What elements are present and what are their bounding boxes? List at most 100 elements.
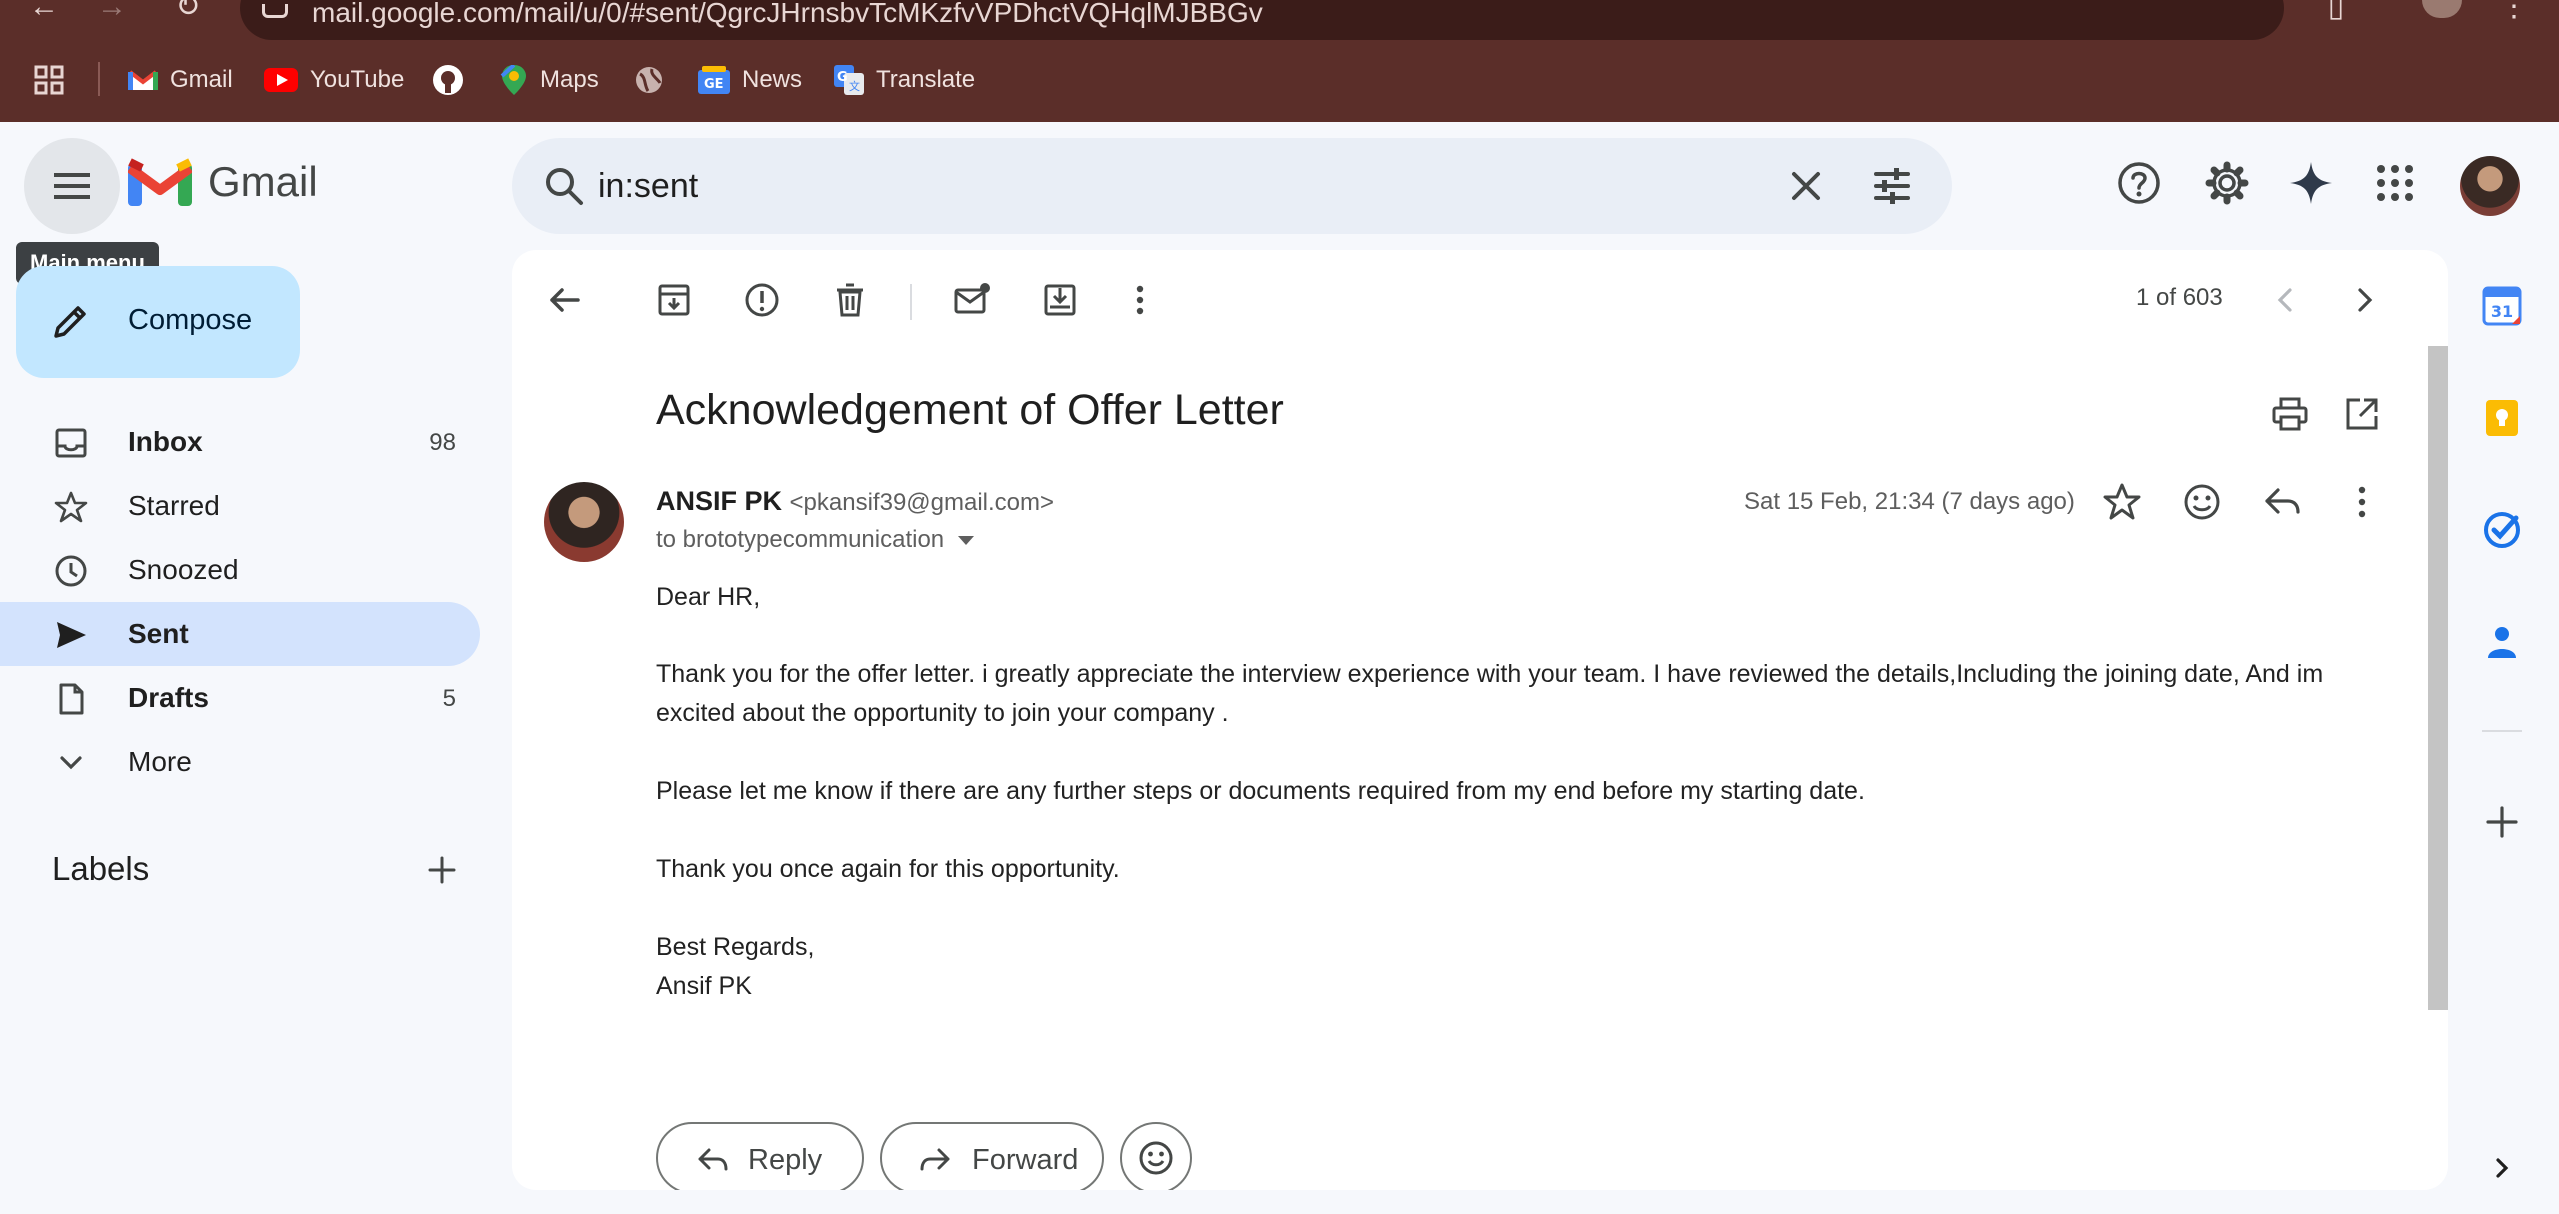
bookmark-label: YouTube: [310, 66, 405, 93]
body-paragraph: Thank you once again for this opportunit…: [656, 855, 1120, 883]
star-message-icon[interactable]: [2100, 480, 2144, 524]
gemini-sparkle-icon[interactable]: [2288, 160, 2334, 206]
scrollbar[interactable]: [2428, 346, 2448, 1010]
emoji-react-button[interactable]: [1120, 1122, 1192, 1190]
forward-label: Forward: [972, 1144, 1079, 1176]
google-apps-icon[interactable]: [2372, 160, 2418, 206]
mark-unread-icon[interactable]: [952, 280, 992, 320]
recipient-line[interactable]: to brototypecommunication: [656, 526, 975, 554]
bookmark-news[interactable]: GE News: [698, 62, 802, 98]
sidebar-item-label: More: [128, 746, 192, 777]
toolbar-divider: [910, 284, 912, 320]
body-paragraph: Please let me know if there are any furt…: [656, 777, 1865, 805]
emoji-reaction-icon[interactable]: [2180, 480, 2224, 524]
extensions-icon[interactable]: ▯: [2316, 0, 2356, 22]
forward-arrow-icon[interactable]: →: [92, 0, 132, 22]
github-icon: [433, 65, 463, 95]
svg-text:GE: GE: [704, 77, 724, 92]
keep-icon[interactable]: [2482, 398, 2522, 438]
report-spam-icon[interactable]: [742, 280, 782, 320]
back-icon[interactable]: [544, 280, 584, 320]
bookmark-divider: [98, 62, 100, 96]
message-date: Sat 15 Feb, 21:34 (7 days ago): [1744, 488, 2075, 515]
search-input[interactable]: in:sent: [598, 166, 698, 206]
main-menu-button[interactable]: [24, 138, 120, 234]
bookmark-gmail[interactable]: Gmail: [128, 62, 233, 98]
browser-menu-icon[interactable]: ⋮: [2494, 0, 2534, 22]
sidebar-item-snoozed[interactable]: Snoozed: [0, 538, 480, 602]
bookmark-maps[interactable]: Maps: [500, 62, 599, 98]
address-bar[interactable]: mail.google.com/mail/u/0/#sent/QgrcJHrns…: [240, 0, 2284, 40]
reload-icon[interactable]: ↻: [168, 0, 208, 22]
bookmark-github[interactable]: [432, 62, 464, 98]
news-icon: GE: [698, 66, 730, 94]
calendar-icon[interactable]: 31: [2482, 286, 2522, 326]
draft-count: 5: [442, 685, 456, 712]
sidebar-item-label: Snoozed: [128, 554, 239, 585]
add-label-icon[interactable]: [424, 852, 460, 888]
archive-icon[interactable]: [654, 280, 694, 320]
unread-count: 98: [429, 429, 456, 456]
newer-chevron-icon[interactable]: [2266, 280, 2306, 320]
older-chevron-icon[interactable]: [2344, 280, 2384, 320]
print-icon[interactable]: [2270, 394, 2310, 434]
clear-search-icon[interactable]: [1784, 164, 1828, 208]
recipient-text: to brototypecommunication: [656, 526, 945, 553]
bookmark-translate[interactable]: G文 Translate: [834, 62, 975, 98]
gmail-logo-icon: [128, 158, 192, 206]
sender-email: <pkansif39@gmail.com>: [789, 489, 1055, 516]
expand-panel-chevron-icon[interactable]: [2482, 1148, 2522, 1188]
body-signature: Ansif PK: [656, 972, 752, 1000]
move-to-icon[interactable]: [1040, 280, 1080, 320]
sidebar-item-sent[interactable]: Sent: [0, 602, 480, 666]
reply-icon: [698, 1148, 728, 1171]
reply-button[interactable]: Reply: [656, 1122, 864, 1190]
sidebar-item-label: Starred: [128, 490, 220, 521]
svg-text:文: 文: [849, 79, 860, 93]
hamburger-icon: [54, 184, 90, 188]
message-more-icon[interactable]: [2340, 480, 2384, 524]
search-options-icon[interactable]: [1870, 164, 1914, 208]
sidebar-item-inbox[interactable]: Inbox 98: [0, 410, 480, 474]
settings-gear-icon[interactable]: [2204, 160, 2250, 206]
url-text: mail.google.com/mail/u/0/#sent/QgrcJHrns…: [312, 0, 1263, 28]
labels-heading: Labels: [52, 850, 150, 887]
translate-icon: G文: [834, 65, 864, 95]
forward-button[interactable]: Forward: [880, 1122, 1104, 1190]
back-arrow-icon[interactable]: ←: [24, 0, 64, 22]
sender-line: ANSIF PK <pkansif39@gmail.com>: [656, 486, 1054, 517]
sidebar-item-starred[interactable]: Starred: [0, 474, 480, 538]
help-icon[interactable]: [2116, 160, 2162, 206]
maps-icon: [500, 65, 526, 95]
search-bar[interactable]: in:sent: [512, 138, 1952, 234]
more-options-icon[interactable]: [1120, 280, 1160, 320]
sidebar-item-drafts[interactable]: Drafts 5: [0, 666, 480, 730]
apps-grid-icon[interactable]: [34, 62, 64, 98]
sidebar-item-more[interactable]: More: [0, 730, 480, 794]
bookmarks-bar: Gmail YouTube Maps GE News G文 Translate: [0, 56, 2559, 104]
chevron-down-icon: [60, 756, 82, 770]
profile-avatar[interactable]: [2422, 0, 2462, 18]
compose-button[interactable]: Compose: [16, 266, 300, 378]
browser-chrome: ← → ↻ mail.google.com/mail/u/0/#sent/Qgr…: [0, 0, 2559, 122]
contacts-icon[interactable]: [2482, 622, 2522, 662]
body-closing: Best Regards,: [656, 933, 815, 961]
bookmark-youtube[interactable]: YouTube: [264, 62, 404, 98]
open-new-window-icon[interactable]: [2342, 394, 2382, 434]
sender-name[interactable]: ANSIF PK: [656, 486, 782, 516]
bookmark-globe[interactable]: [634, 62, 664, 98]
search-icon[interactable]: [542, 164, 586, 208]
smiley-icon: [1139, 1141, 1173, 1175]
sidebar-item-label: Drafts: [128, 682, 209, 713]
delete-icon[interactable]: [830, 280, 870, 320]
add-addon-icon[interactable]: [2482, 802, 2522, 842]
youtube-icon: [264, 68, 298, 92]
body-paragraph: Thank you for the offer letter. i greatl…: [656, 660, 2324, 727]
sender-avatar[interactable]: [544, 482, 624, 562]
tasks-icon[interactable]: [2482, 510, 2522, 550]
account-avatar[interactable]: [2460, 156, 2520, 216]
site-info-icon[interactable]: [262, 4, 288, 18]
reply-icon[interactable]: [2260, 480, 2304, 524]
gmail-logo[interactable]: Gmail: [128, 158, 318, 206]
recipient-details-caret-icon[interactable]: [958, 536, 975, 546]
